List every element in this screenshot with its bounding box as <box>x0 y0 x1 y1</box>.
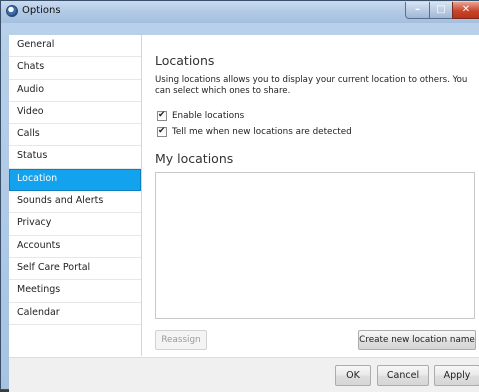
my-locations-list[interactable] <box>155 172 475 319</box>
sidebar-item-sounds-and-alerts[interactable]: Sounds and Alerts <box>9 191 141 214</box>
reassign-button[interactable]: Reassign <box>155 330 207 350</box>
minimize-button[interactable]: – <box>405 2 430 19</box>
sidebar-item-self-care-portal[interactable]: Self Care Portal <box>9 258 141 281</box>
check-icon: ✔ <box>158 110 166 120</box>
sidebar-item-meetings[interactable]: Meetings <box>9 280 141 303</box>
minimize-icon: – <box>415 4 420 15</box>
window-title: Options <box>22 5 61 16</box>
checkbox-box[interactable]: ✔ <box>157 126 167 137</box>
close-button[interactable]: ✕ <box>452 2 479 19</box>
maximize-icon: □ <box>436 4 446 15</box>
sidebar-item-location[interactable]: Location <box>9 168 141 192</box>
sidebar-item-privacy[interactable]: Privacy <box>9 213 141 236</box>
options-window: Options – □ ✕ General Chats Audio Video … <box>0 0 479 392</box>
my-locations-heading: My locations <box>155 151 234 166</box>
cancel-button[interactable]: Cancel <box>377 365 429 386</box>
sidebar-item-general[interactable]: General <box>9 35 141 58</box>
dialog-footer: OK Cancel Apply <box>9 357 479 392</box>
checkbox-box[interactable]: ✔ <box>157 110 167 121</box>
sidebar-item-calendar[interactable]: Calendar <box>9 303 141 325</box>
sidebar-item-video[interactable]: Video <box>9 102 141 125</box>
options-client: General Chats Audio Video Calls Status L… <box>9 35 479 392</box>
sidebar-item-audio[interactable]: Audio <box>9 80 141 102</box>
apply-button[interactable]: Apply <box>434 365 479 386</box>
sidebar-item-accounts[interactable]: Accounts <box>9 236 141 258</box>
enable-locations-checkbox[interactable]: ✔ Enable locations <box>157 110 245 121</box>
locations-heading: Locations <box>155 53 215 68</box>
locations-description: Using locations allows you to display yo… <box>155 75 468 96</box>
app-icon[interactable] <box>6 5 18 17</box>
create-new-location-button[interactable]: Create new location name <box>358 330 476 350</box>
sidebar-item-chats[interactable]: Chats <box>9 57 141 80</box>
enable-locations-label: Enable locations <box>172 111 245 121</box>
notify-new-locations-checkbox[interactable]: ✔ Tell me when new locations are detecte… <box>157 126 352 137</box>
notify-new-locations-label: Tell me when new locations are detected <box>172 127 352 137</box>
sidebar-item-status[interactable]: Status <box>9 146 141 169</box>
options-sidebar: General Chats Audio Video Calls Status L… <box>9 35 142 356</box>
close-icon: ✕ <box>461 4 471 15</box>
ok-button[interactable]: OK <box>335 365 371 386</box>
check-icon: ✔ <box>158 126 166 136</box>
location-panel: Locations Using locations allows you to … <box>155 35 479 356</box>
sidebar-item-calls[interactable]: Calls <box>9 124 141 147</box>
title-bar[interactable]: Options – □ ✕ <box>1 1 479 23</box>
maximize-button[interactable]: □ <box>429 2 453 19</box>
